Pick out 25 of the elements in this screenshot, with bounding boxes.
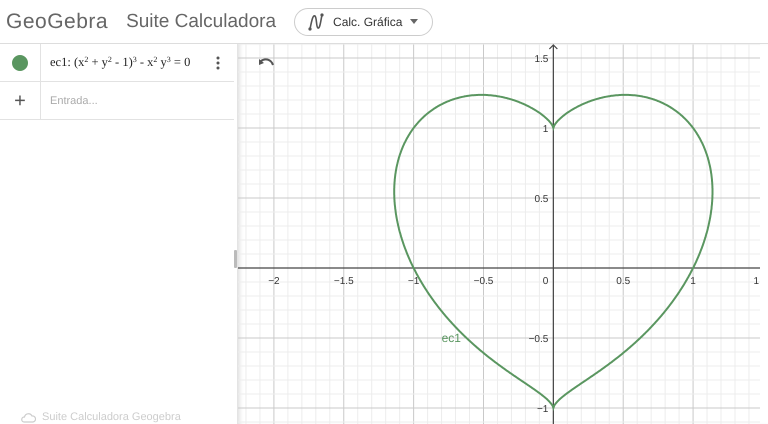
x-tick-label: 1 bbox=[690, 276, 696, 288]
y-tick-label: −0.5 bbox=[528, 334, 548, 346]
x-tick-label: −1.5 bbox=[334, 276, 354, 288]
y-tick-label: −1 bbox=[536, 404, 548, 416]
visibility-toggle[interactable] bbox=[12, 54, 28, 70]
x-tick-label: −1 bbox=[408, 276, 420, 288]
x-tick-label: −2 bbox=[268, 276, 280, 288]
y-tick-label: 1 bbox=[542, 124, 548, 135]
x-tick-label: −0.5 bbox=[474, 276, 494, 288]
x-tick-label: 0.5 bbox=[616, 276, 630, 288]
add-button[interactable]: + bbox=[14, 90, 26, 110]
x-tick-label: 0 bbox=[542, 276, 548, 288]
graph-curve-icon bbox=[307, 12, 326, 30]
more-options-icon[interactable] bbox=[216, 56, 220, 70]
cloud-icon bbox=[20, 412, 36, 422]
caret-icon bbox=[410, 19, 418, 24]
equation-text[interactable]: ec1: (x$^{2}$ + y$^{2}$ - 1)$^{3}$ - x$^{2}$ y$^{3}$ = 0 bbox=[50, 55, 190, 70]
x-tick-label: 1 bbox=[753, 276, 759, 288]
app-title: Suite Calculadora bbox=[126, 10, 276, 32]
curve-label: ec1 bbox=[442, 331, 461, 346]
resize-handle[interactable] bbox=[234, 250, 237, 268]
y-tick-label: 0.5 bbox=[534, 194, 548, 206]
app-dropdown[interactable]: Calc. Gráfica bbox=[294, 8, 434, 36]
y-tick-label: 1.5 bbox=[534, 54, 548, 65]
logo: GeoGebra bbox=[6, 10, 108, 34]
